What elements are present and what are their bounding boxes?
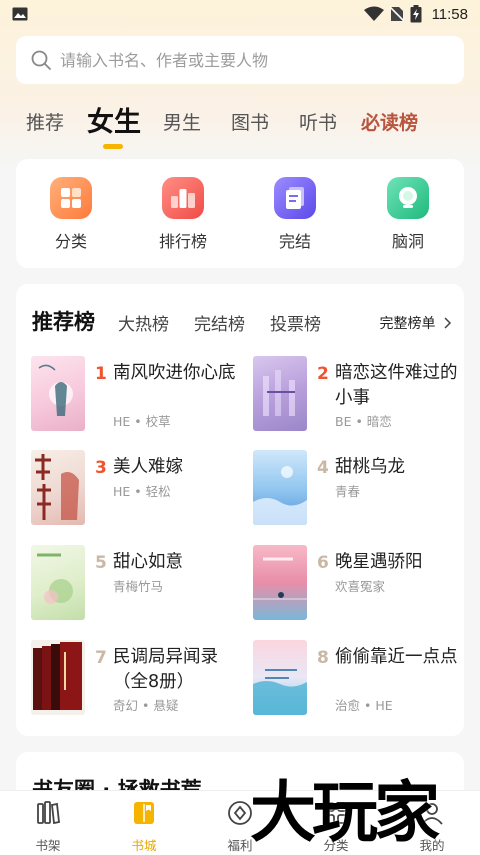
book-item[interactable]: 5 甜心如意 青梅竹马 <box>31 545 236 621</box>
nav-bookstore[interactable]: 书城 <box>96 799 192 854</box>
full-list-label: 完整榜单 <box>379 316 436 332</box>
search-bar[interactable] <box>16 36 464 84</box>
shortcut-category[interactable]: 分类 <box>36 177 106 252</box>
tab-female[interactable]: 女生 <box>87 100 141 139</box>
shortcut-finished[interactable]: 完结 <box>260 177 330 252</box>
battery-icon <box>410 5 422 23</box>
book-item[interactable]: 6 晚星遇骄阳 欢喜冤家 <box>253 545 458 621</box>
book-title: 南风吹进你心底 <box>113 363 236 383</box>
book-tags: HE • 轻松 <box>113 484 171 499</box>
book-title: 民调局异闻录（全8册） <box>113 647 218 692</box>
tab-audio[interactable]: 听书 <box>299 108 337 135</box>
book-cover <box>253 356 307 431</box>
tab-hot-rank[interactable]: 大热榜 <box>118 310 169 335</box>
bookshelf-icon <box>37 801 60 825</box>
tab-recommend[interactable]: 推荐 <box>26 108 64 135</box>
book-title: 暗恋这件难过的小事 <box>335 363 458 408</box>
rank-number: 8 <box>317 648 329 668</box>
book-item[interactable]: 7 民调局异闻录（全8册） 奇幻 • 悬疑 <box>31 640 236 716</box>
shortcut-brainstorm[interactable]: 脑洞 <box>373 177 443 252</box>
book-cover <box>31 356 85 431</box>
book-tags: 欢喜冤家 <box>335 579 386 594</box>
book-cover <box>31 545 85 620</box>
tab-recommend-rank[interactable]: 推荐榜 <box>32 306 95 336</box>
chevron-right-icon <box>444 317 452 329</box>
ranking-icon <box>162 177 204 219</box>
clock: 11:58 <box>431 5 468 23</box>
nav-label: 书城 <box>131 838 157 853</box>
book-tags: 奇幻 • 悬疑 <box>113 698 179 713</box>
image-notification-icon <box>12 7 28 21</box>
book-icon <box>134 802 154 824</box>
nav-label: 书架 <box>35 838 61 853</box>
book-title: 甜心如意 <box>113 552 183 572</box>
book-item[interactable]: 8 偷偷靠近一点点 治愈 • HE <box>253 640 458 716</box>
shortcut-label: 排行榜 <box>158 232 207 251</box>
tab-must-read[interactable]: 必读榜 <box>361 108 418 135</box>
watermark: 大玩家 <box>250 774 440 851</box>
book-tags: 青春 <box>335 484 361 499</box>
rank-number: 7 <box>95 648 107 668</box>
shortcut-label: 完结 <box>278 232 311 251</box>
tab-male[interactable]: 男生 <box>163 108 201 135</box>
book-cover <box>253 450 307 525</box>
rank-number: 6 <box>317 553 329 573</box>
shortcut-ranking[interactable]: 排行榜 <box>148 177 218 252</box>
bulb-icon <box>387 177 429 219</box>
book-item[interactable]: 3 美人难嫁 HE • 轻松 <box>31 450 236 526</box>
tab-books[interactable]: 图书 <box>231 108 269 135</box>
book-cover <box>31 640 85 715</box>
rank-number: 1 <box>95 364 107 384</box>
book-title: 偷偷靠近一点点 <box>335 647 458 667</box>
rank-number: 3 <box>95 458 107 478</box>
book-tags: 青梅竹马 <box>113 579 164 594</box>
rank-number: 2 <box>317 364 329 384</box>
status-bar: 11:58 <box>0 0 480 28</box>
document-icon <box>274 177 316 219</box>
book-title: 美人难嫁 <box>113 457 183 477</box>
rank-number: 4 <box>317 458 329 478</box>
book-tags: 治愈 • HE <box>335 698 393 713</box>
no-sim-icon <box>389 6 404 22</box>
nav-bookshelf[interactable]: 书架 <box>0 799 96 854</box>
book-title: 晚星遇骄阳 <box>335 552 423 572</box>
ranking-card: 推荐榜 大热榜 完结榜 投票榜 完整榜单 1 南风吹进你心底 HE • 校草 2… <box>16 284 464 736</box>
full-list-link[interactable]: 完整榜单 <box>380 313 452 333</box>
rank-number: 5 <box>95 553 107 573</box>
book-cover <box>253 640 307 715</box>
book-item[interactable]: 2 暗恋这件难过的小事 BE • 暗恋 <box>253 356 458 432</box>
book-cover <box>31 450 85 525</box>
wifi-icon <box>363 6 384 21</box>
book-title: 甜桃乌龙 <box>335 457 405 477</box>
grid-icon <box>50 177 92 219</box>
channel-tabs: 推荐 女生 男生 图书 听书 必读榜 <box>0 98 480 154</box>
search-icon <box>31 50 51 70</box>
ranking-tabs: 推荐榜 大热榜 完结榜 投票榜 完整榜单 <box>32 306 452 336</box>
shortcut-label: 分类 <box>54 232 87 251</box>
shortcut-label: 脑洞 <box>391 232 424 251</box>
book-item[interactable]: 4 甜桃乌龙 青春 <box>253 450 458 526</box>
book-item[interactable]: 1 南风吹进你心底 HE • 校草 <box>31 356 236 432</box>
active-tab-indicator <box>103 144 123 149</box>
tab-finished-rank[interactable]: 完结榜 <box>194 310 245 335</box>
tab-vote-rank[interactable]: 投票榜 <box>270 310 321 335</box>
book-tags: HE • 校草 <box>113 414 171 429</box>
book-cover <box>253 545 307 620</box>
category-shortcuts: 分类 排行榜 完结 脑洞 <box>16 159 464 268</box>
book-tags: BE • 暗恋 <box>335 414 392 429</box>
search-input[interactable] <box>60 50 440 70</box>
